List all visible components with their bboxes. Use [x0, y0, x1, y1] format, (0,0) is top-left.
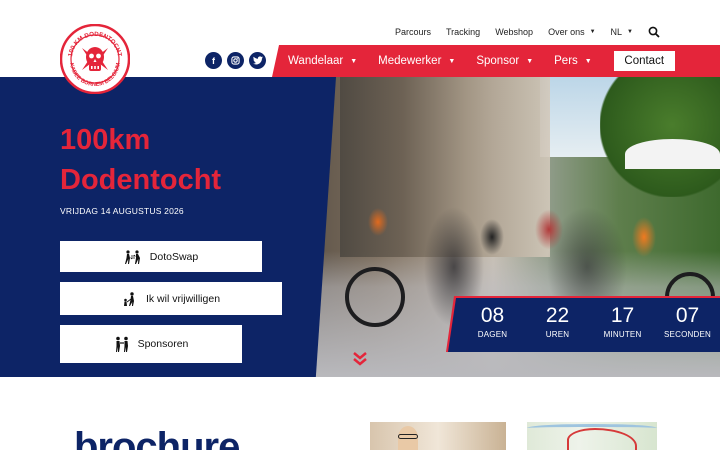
volunteer-icon [122, 291, 138, 306]
top-nav-label: Tracking [446, 27, 481, 37]
top-nav-parcours[interactable]: Parcours [395, 27, 431, 37]
caret-down-icon: ▼ [589, 29, 596, 35]
main-nav-sponsor[interactable]: Sponsor ▼ [476, 55, 533, 67]
main-nav-label: Sponsor [476, 55, 520, 67]
countdown-value: 22 [545, 304, 570, 327]
sponsor-button[interactable]: Sponsoren [60, 325, 242, 363]
news-thumbnail-photo[interactable] [370, 422, 506, 450]
main-nav: Wandelaar ▼ Medewerker ▼ Sponsor ▼ Pers ▼ Co… [272, 45, 720, 77]
countdown-hours: 22 UREN [525, 298, 590, 352]
facebook-icon[interactable]: f [205, 52, 222, 69]
main-nav-label: Medewerker [378, 55, 442, 67]
hero-title: 100km Dodentocht [60, 120, 320, 200]
countdown-label: DAGEN [477, 330, 508, 339]
countdown-value: 08 [480, 304, 505, 327]
handshake-people-icon [114, 336, 130, 352]
countdown-label: MINUTEN [603, 330, 642, 339]
countdown-label: SECONDEN [664, 330, 711, 339]
countdown: 08 DAGEN 22 UREN 17 MINUTEN 07 SECONDEN [448, 298, 720, 352]
countdown-value: 17 [610, 304, 635, 327]
swap-walkers-icon [124, 249, 142, 264]
top-nav-tracking[interactable]: Tracking [446, 27, 480, 37]
countdown-value: 07 [675, 304, 700, 327]
language-label: NL [610, 27, 623, 37]
top-nav: Parcours Tracking Webshop Over ons ▼ NL ▼ [380, 25, 660, 39]
main-nav-label: Pers [554, 55, 578, 67]
top-nav-label: Webshop [495, 27, 534, 37]
main-nav-wandelaar[interactable]: Wandelaar ▼ [288, 55, 357, 67]
countdown-label: UREN [545, 330, 570, 339]
dotoswap-button[interactable]: DotoSwap [60, 241, 262, 272]
top-nav-label: Over ons [548, 27, 585, 37]
page: 100 KM DODENTOCHT KADEE BORNEM BELGIUM P… [0, 0, 720, 450]
caret-down-icon: ▼ [584, 57, 592, 65]
main-nav-medewerker[interactable]: Medewerker ▼ [378, 55, 455, 67]
thumb-glasses [398, 434, 418, 439]
caret-down-icon: ▼ [627, 29, 633, 35]
top-nav-over-ons[interactable]: Over ons ▼ [548, 27, 595, 37]
language-selector[interactable]: NL ▼ [611, 27, 633, 37]
countdown-minutes: 17 MINUTEN [590, 298, 655, 352]
top-nav-label: Parcours [395, 27, 432, 37]
scroll-down-chevron-icon[interactable] [352, 352, 368, 366]
countdown-days: 08 DAGEN [460, 298, 525, 352]
social-links: f [205, 52, 271, 69]
event-date: VRIJDAG 14 AUGUSTUS 2026 [60, 206, 184, 216]
instagram-icon[interactable] [227, 52, 244, 69]
route-map-thumbnail[interactable] [527, 422, 657, 450]
button-label: DotoSwap [149, 250, 199, 263]
hero-title-line: Dodentocht [60, 164, 222, 196]
photo-bike-wheel [345, 267, 405, 327]
top-nav-webshop[interactable]: Webshop [495, 27, 533, 37]
photo-umbrella [625, 139, 720, 169]
caret-down-icon: ▼ [526, 57, 534, 65]
twitter-icon[interactable] [249, 52, 266, 69]
caret-down-icon: ▼ [448, 57, 456, 65]
contact-button[interactable]: Contact [613, 51, 675, 71]
main-nav-label: Wandelaar [288, 55, 344, 67]
dodentocht-logo[interactable]: 100 KM DODENTOCHT KADEE BORNEM BELGIUM [60, 24, 130, 94]
volunteer-button[interactable]: Ik wil vrijwilligen [60, 282, 282, 315]
countdown-seconds: 07 SECONDEN [655, 298, 720, 352]
caret-down-icon: ▼ [350, 57, 358, 65]
button-label: Ik wil vrijwilligen [145, 292, 221, 305]
button-label: Sponsoren [137, 338, 189, 350]
hero-title-line: 100km [60, 124, 151, 156]
main-nav-pers[interactable]: Pers ▼ [554, 55, 592, 67]
search-icon[interactable] [648, 26, 660, 38]
brochure-heading: brochure [74, 425, 240, 450]
